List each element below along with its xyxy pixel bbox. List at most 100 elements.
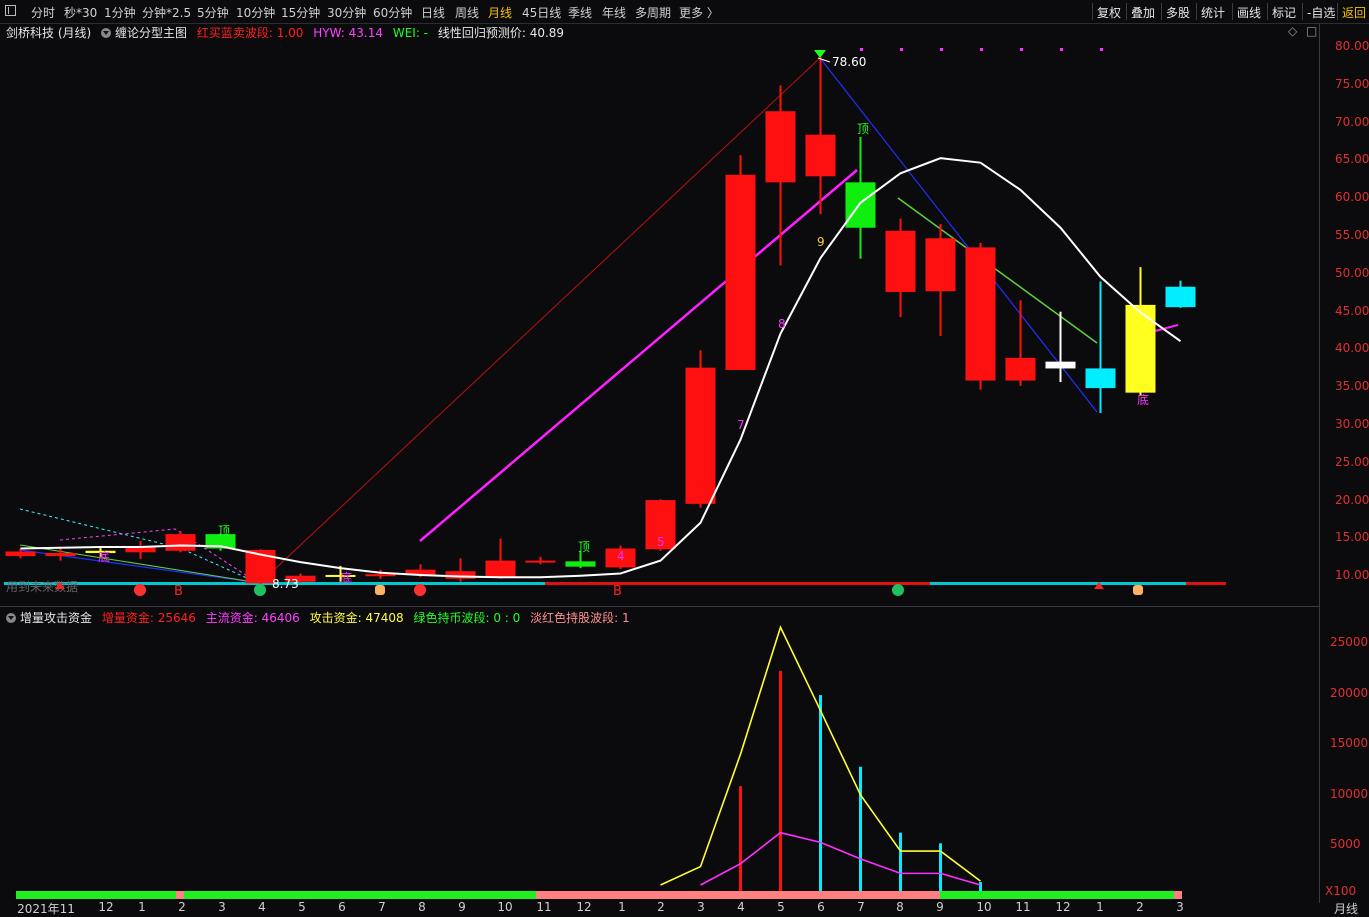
b-marker: B <box>613 584 622 599</box>
time-tick: 2 <box>178 900 186 914</box>
time-tick: 11 <box>536 900 552 914</box>
time-tick: 12 <box>576 900 592 914</box>
price-tick: 15.00 <box>1335 530 1369 545</box>
candle-body <box>1005 357 1036 381</box>
candle-body <box>965 247 996 381</box>
price-tick: 45.00 <box>1335 303 1369 318</box>
kline-chart[interactable]: 78.608.73用到未来数据顶顶顶底底底B B98754 <box>0 0 1369 915</box>
volume-unit: X100 <box>1325 884 1357 898</box>
trend-line-blue <box>819 57 1098 413</box>
signal-circle <box>414 584 426 596</box>
hand-icon <box>1133 585 1143 595</box>
time-tick: 9 <box>936 900 944 914</box>
count-label: 7 <box>737 418 745 432</box>
faded-note: 用到未来数据 <box>6 579 78 594</box>
time-tick: 8 <box>418 900 426 914</box>
signal-dot <box>1020 48 1023 51</box>
candle-body <box>1125 304 1156 393</box>
time-tick: 1 <box>618 900 626 914</box>
time-tick: 1 <box>1096 900 1104 914</box>
candle-body <box>765 111 796 183</box>
price-tick: 40.00 <box>1335 341 1369 356</box>
signal-dot <box>940 48 943 51</box>
price-tick: 20.00 <box>1335 492 1369 507</box>
holding-band-green <box>940 891 1174 899</box>
signal-dot <box>980 48 983 51</box>
time-tick: 7 <box>857 900 865 914</box>
time-tick: 5 <box>777 900 785 914</box>
time-tick: 10 <box>976 900 992 914</box>
candle-body <box>885 230 916 293</box>
time-tick: 3 <box>218 900 226 914</box>
time-tick: 4 <box>737 900 745 914</box>
candle-body <box>525 560 556 563</box>
count-label: 4 <box>617 549 625 563</box>
time-tick: 4 <box>258 900 266 914</box>
price-tick: 80.00 <box>1335 39 1369 53</box>
price-tick: 35.00 <box>1335 379 1369 394</box>
count-label: 5 <box>657 535 665 549</box>
candle-body <box>1045 361 1076 369</box>
candle-body <box>805 134 836 177</box>
holding-band-green <box>184 891 536 899</box>
signal-circle <box>134 584 146 596</box>
time-tick: 2 <box>1136 900 1144 914</box>
candle-body <box>485 560 516 578</box>
time-tick: 3 <box>697 900 705 914</box>
price-tick: 50.00 <box>1335 265 1369 280</box>
holding-band-pink <box>536 891 940 899</box>
count-label: 8 <box>778 317 786 331</box>
time-tick: 7 <box>378 900 386 914</box>
time-tick: 12 <box>1055 900 1071 914</box>
time-tick: 3 <box>1176 900 1184 914</box>
time-tick: 9 <box>458 900 466 914</box>
signal-dot <box>860 48 863 51</box>
volume-tick: 20000 <box>1330 685 1369 700</box>
candle-body <box>5 551 36 557</box>
volume-tick: 5000 <box>1330 837 1361 851</box>
top-arrow-icon <box>814 50 826 58</box>
candle-body <box>725 174 756 370</box>
candle-body <box>1165 286 1196 308</box>
time-tick: 10 <box>497 900 513 914</box>
price-tick: 65.00 <box>1335 152 1369 167</box>
high-label: 78.60 <box>832 55 866 69</box>
candle-body <box>45 553 76 557</box>
signal-circle <box>892 584 904 596</box>
volume-tick: 10000 <box>1330 786 1369 801</box>
candle-body <box>1085 368 1116 389</box>
candle-body <box>845 182 876 228</box>
signal-circle <box>254 584 266 596</box>
ding-label: 顶 <box>218 524 230 538</box>
price-tick: 70.00 <box>1335 114 1369 129</box>
price-tick: 55.00 <box>1335 228 1369 242</box>
time-tick: 12 <box>98 900 114 914</box>
signal-dot <box>1060 48 1063 51</box>
holding-band-green <box>16 891 176 899</box>
main-fund-line <box>700 831 981 886</box>
candle-body <box>685 367 716 504</box>
price-tick: 25.00 <box>1335 454 1369 469</box>
count-label: 9 <box>817 235 825 249</box>
holding-band-pink <box>176 891 184 899</box>
price-tick: 10.00 <box>1335 568 1369 583</box>
candle-body <box>365 574 396 577</box>
time-tick: 11 <box>1015 900 1031 914</box>
regression-line <box>419 169 858 542</box>
price-tick: 60.00 <box>1335 190 1369 205</box>
signal-dot <box>900 48 903 51</box>
ding-label: 顶 <box>578 540 590 554</box>
b-marker: B <box>174 584 183 599</box>
time-tick: 5 <box>298 900 306 914</box>
di-label: 底 <box>340 570 352 585</box>
time-tick: 2 <box>657 900 665 914</box>
price-tick: 30.00 <box>1335 417 1369 431</box>
holding-band-pink <box>1174 891 1182 899</box>
signal-dot <box>1100 48 1103 51</box>
period-footer[interactable]: 月线 <box>1334 900 1358 917</box>
hand-icon <box>375 585 385 595</box>
time-tick: 2021年11 <box>17 902 75 916</box>
volume-tick: 15000 <box>1330 736 1369 750</box>
ding-label: 顶 <box>857 122 869 136</box>
candle-body <box>925 238 956 292</box>
